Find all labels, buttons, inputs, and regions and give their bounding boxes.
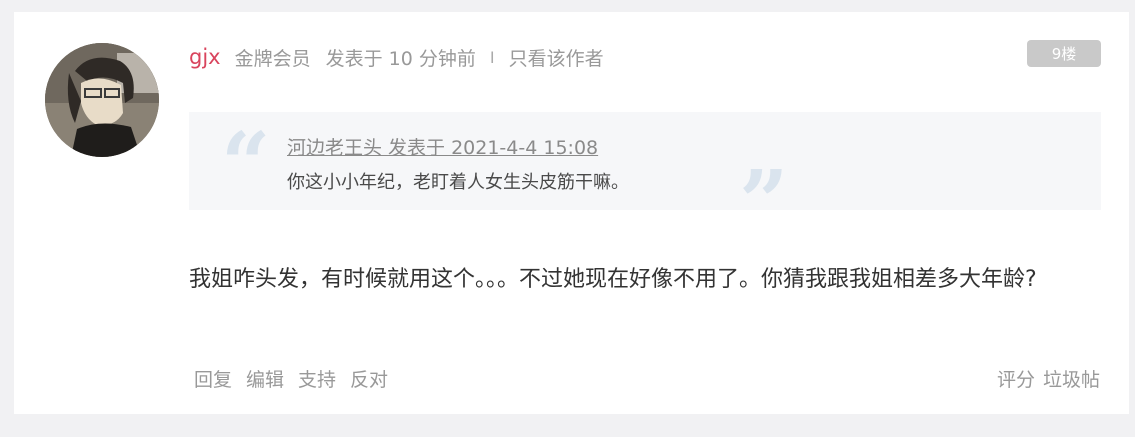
spam-button[interactable]: 垃圾帖 [1043, 365, 1100, 392]
quote-header-link[interactable]: 河边老王头 发表于 2021-4-4 15:08 [287, 133, 598, 160]
oppose-button[interactable]: 反对 [350, 365, 388, 392]
post-card: gjx 金牌会员 发表于 10 分钟前 I 只看该作者 9楼 “ 河边老王头 发… [14, 12, 1129, 414]
user-avatar[interactable] [45, 43, 159, 157]
quote-text: 你这小小年纪，老盯着人女生头皮筋干嘛。 [287, 172, 629, 193]
post-meta: gjx 金牌会员 发表于 10 分钟前 I 只看该作者 [189, 43, 604, 71]
anime-character-avatar-icon [45, 43, 159, 157]
post-actions: 回复 编辑 支持 反对 [194, 365, 388, 392]
post-actions-right: 评分 垃圾帖 [997, 365, 1100, 392]
rate-button[interactable]: 评分 [997, 365, 1035, 392]
user-rank: 金牌会员 [234, 47, 311, 70]
reply-button[interactable]: 回复 [194, 365, 232, 392]
floor-badge[interactable]: 9楼 [1027, 40, 1101, 67]
close-quote-icon: ” [739, 152, 789, 253]
support-button[interactable]: 支持 [298, 365, 336, 392]
meta-separator: I [489, 47, 495, 67]
quote-block: “ 河边老王头 发表于 2021-4-4 15:08 你这小小年纪，老盯着人女生… [189, 112, 1101, 246]
open-quote-icon: “ [221, 114, 271, 215]
view-author-only-link[interactable]: 只看该作者 [509, 44, 604, 71]
edit-button[interactable]: 编辑 [246, 365, 284, 392]
post-content: 我姐咋头发，有时候就用这个。。。不过她现在好像不用了。你猜我跟我姐相差多大年龄? [189, 267, 1037, 292]
username-link[interactable]: gjx [189, 45, 221, 69]
post-time: 发表于 10 分钟前 [325, 47, 476, 70]
